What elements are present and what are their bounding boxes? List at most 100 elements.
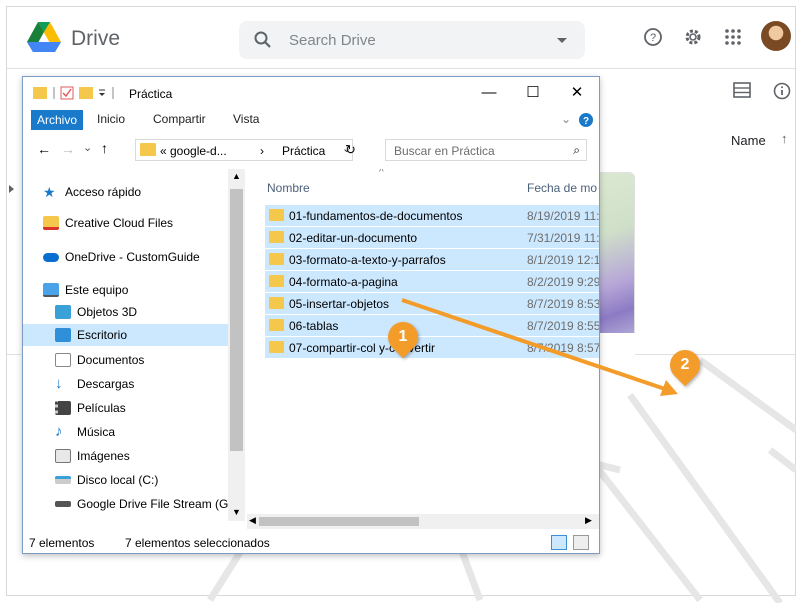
address-bar-row: ← → ⌄ ↑ « google-d... › Práctica ⌄ ↻ Bus… bbox=[23, 135, 599, 167]
images-icon bbox=[55, 449, 71, 463]
folder-icon bbox=[269, 209, 284, 221]
nav-item-movies[interactable]: Películas bbox=[55, 397, 126, 419]
nav-item-documents[interactable]: Documentos bbox=[55, 349, 144, 371]
table-row[interactable]: 03-formato-a-texto-y-parrafos 8/1/2019 12… bbox=[265, 249, 599, 270]
nav-scrollbar[interactable]: ▲ ▼ bbox=[228, 169, 245, 521]
table-row[interactable]: 02-editar-un-documento 7/31/2019 11: bbox=[265, 227, 599, 248]
callout-badge: 2 bbox=[663, 343, 707, 387]
nav-item-desktop[interactable]: Escritorio bbox=[23, 324, 228, 346]
table-row[interactable]: 07-compartir-col y-convertir 8/7/2019 8:5… bbox=[265, 337, 599, 358]
search-placeholder: Buscar en Práctica bbox=[394, 144, 495, 158]
drive-title: Drive bbox=[71, 27, 121, 50]
expand-caret-icon[interactable] bbox=[9, 185, 14, 193]
folder-icon bbox=[140, 143, 156, 156]
window-title: Práctica bbox=[129, 87, 173, 101]
settings-gear-icon[interactable] bbox=[683, 27, 703, 47]
breadcrumb-separator-icon[interactable]: › bbox=[260, 144, 264, 158]
scroll-down-icon[interactable]: ▼ bbox=[232, 507, 241, 517]
navigation-pane: ★ Acceso rápido Creative Cloud Files OneD… bbox=[23, 169, 245, 529]
apps-grid-icon[interactable] bbox=[723, 27, 743, 47]
callout-badge: 1 bbox=[381, 315, 425, 359]
sort-arrow-icon[interactable]: ↑ bbox=[781, 131, 788, 146]
name-column-header[interactable]: Name bbox=[731, 133, 766, 148]
drive-stream-icon bbox=[55, 501, 71, 507]
nav-item-images[interactable]: Imágenes bbox=[55, 445, 130, 467]
explorer-titlebar[interactable]: Práctica — ☐ ✕ bbox=[23, 77, 599, 109]
up-arrow-icon[interactable]: ↑ bbox=[101, 140, 108, 156]
breadcrumb-current[interactable]: Práctica bbox=[282, 144, 325, 158]
folder-icon bbox=[269, 319, 284, 331]
search-icon[interactable]: ⌕ bbox=[573, 143, 580, 158]
tab-archivo[interactable]: Archivo bbox=[31, 110, 84, 130]
file-explorer-window: Práctica — ☐ ✕ Archivo Inicio Compartir … bbox=[22, 76, 600, 554]
table-row[interactable]: 05-insertar-objetos 8/7/2019 8:53 bbox=[265, 293, 599, 314]
refresh-icon[interactable]: ↻ bbox=[345, 139, 363, 161]
scroll-up-icon[interactable]: ▲ bbox=[232, 171, 241, 181]
minimize-button[interactable]: — bbox=[469, 80, 509, 106]
info-icon[interactable] bbox=[773, 82, 791, 100]
explorer-search-input[interactable]: Buscar en Práctica ⌕ bbox=[385, 139, 587, 161]
address-bar[interactable]: « google-d... › Práctica ⌄ bbox=[135, 139, 353, 161]
folder-icon bbox=[269, 231, 284, 243]
movies-icon bbox=[55, 401, 71, 415]
tab-vista[interactable]: Vista bbox=[233, 112, 259, 126]
list-view-icon[interactable] bbox=[733, 82, 751, 98]
drive-logo-icon[interactable] bbox=[27, 22, 61, 52]
scrollbar-thumb[interactable] bbox=[259, 517, 419, 526]
desktop-icon bbox=[55, 328, 71, 342]
svg-text:?: ? bbox=[583, 116, 589, 127]
nav-item-this-pc[interactable]: Este equipo bbox=[43, 279, 128, 301]
quick-access-toolbar-icon[interactable] bbox=[33, 85, 125, 101]
large-icons-view-icon[interactable] bbox=[573, 535, 589, 550]
drive-icon bbox=[55, 476, 71, 484]
maximize-button[interactable]: ☐ bbox=[513, 80, 553, 106]
date-column-header[interactable]: Fecha de mo bbox=[527, 181, 597, 195]
svg-text:?: ? bbox=[650, 32, 656, 44]
nav-item-google-drive-stream[interactable]: Google Drive File Stream (G:) bbox=[55, 493, 236, 515]
folder-icon bbox=[269, 253, 284, 265]
back-arrow-icon[interactable]: ← bbox=[37, 141, 51, 157]
ribbon-expand-icon[interactable]: ⌄ bbox=[561, 112, 571, 126]
forward-arrow-icon[interactable]: → bbox=[61, 141, 75, 157]
computer-icon bbox=[43, 283, 59, 297]
folder-icon bbox=[269, 297, 284, 309]
search-placeholder: Search Drive bbox=[289, 32, 376, 49]
nav-item-quick-access[interactable]: ★ Acceso rápido bbox=[43, 181, 141, 203]
status-bar: 7 elementos 7 elementos seleccionados bbox=[23, 533, 599, 553]
tab-compartir[interactable]: Compartir bbox=[153, 112, 206, 126]
nav-item-music[interactable]: ♪ Música bbox=[55, 421, 115, 443]
file-preview-card[interactable] bbox=[599, 172, 635, 373]
drive-header: Drive Search Drive ? bbox=[7, 7, 795, 69]
drive-search-input[interactable]: Search Drive bbox=[239, 21, 585, 59]
onedrive-icon bbox=[43, 252, 59, 262]
table-row[interactable]: 01-fundamentos-de-documentos 8/19/2019 11… bbox=[265, 205, 599, 226]
search-icon[interactable] bbox=[253, 30, 273, 50]
avatar[interactable] bbox=[761, 21, 791, 51]
folder-icon bbox=[269, 275, 284, 287]
scroll-left-icon[interactable]: ◀ bbox=[249, 515, 256, 526]
item-count: 7 elementos bbox=[29, 536, 95, 550]
details-view-icon[interactable] bbox=[551, 535, 567, 550]
nav-item-3d-objects[interactable]: Objetos 3D bbox=[55, 301, 137, 323]
recent-locations-icon[interactable]: ⌄ bbox=[83, 141, 92, 154]
nav-item-creative-cloud[interactable]: Creative Cloud Files bbox=[43, 212, 173, 234]
nav-item-onedrive[interactable]: OneDrive - CustomGuide bbox=[43, 246, 200, 268]
ribbon-tabs: Archivo Inicio Compartir Vista ⌄ ? bbox=[23, 109, 599, 131]
nav-item-local-disk[interactable]: Disco local (C:) bbox=[55, 469, 158, 491]
close-button[interactable]: ✕ bbox=[557, 80, 597, 106]
table-row[interactable]: 06-tablas 8/7/2019 8:55 bbox=[265, 315, 599, 336]
scrollbar-thumb[interactable] bbox=[230, 189, 243, 451]
table-row[interactable]: 04-formato-a-pagina 8/2/2019 9:29 bbox=[265, 271, 599, 292]
breadcrumb-parent[interactable]: « google-d... bbox=[160, 144, 227, 158]
scroll-right-icon[interactable]: ▶ bbox=[585, 515, 592, 526]
help-icon[interactable]: ? bbox=[579, 113, 593, 127]
star-icon: ★ bbox=[43, 184, 56, 200]
search-options-icon[interactable] bbox=[557, 38, 567, 43]
name-column-header[interactable]: Nombre bbox=[267, 181, 310, 195]
downloads-icon: ↓ bbox=[55, 375, 63, 392]
3d-objects-icon bbox=[55, 305, 71, 319]
tab-inicio[interactable]: Inicio bbox=[97, 112, 125, 126]
help-icon[interactable]: ? bbox=[643, 27, 663, 47]
horizontal-scrollbar[interactable]: ◀ ▶ bbox=[247, 514, 599, 529]
nav-item-downloads[interactable]: ↓ Descargas bbox=[55, 373, 134, 395]
